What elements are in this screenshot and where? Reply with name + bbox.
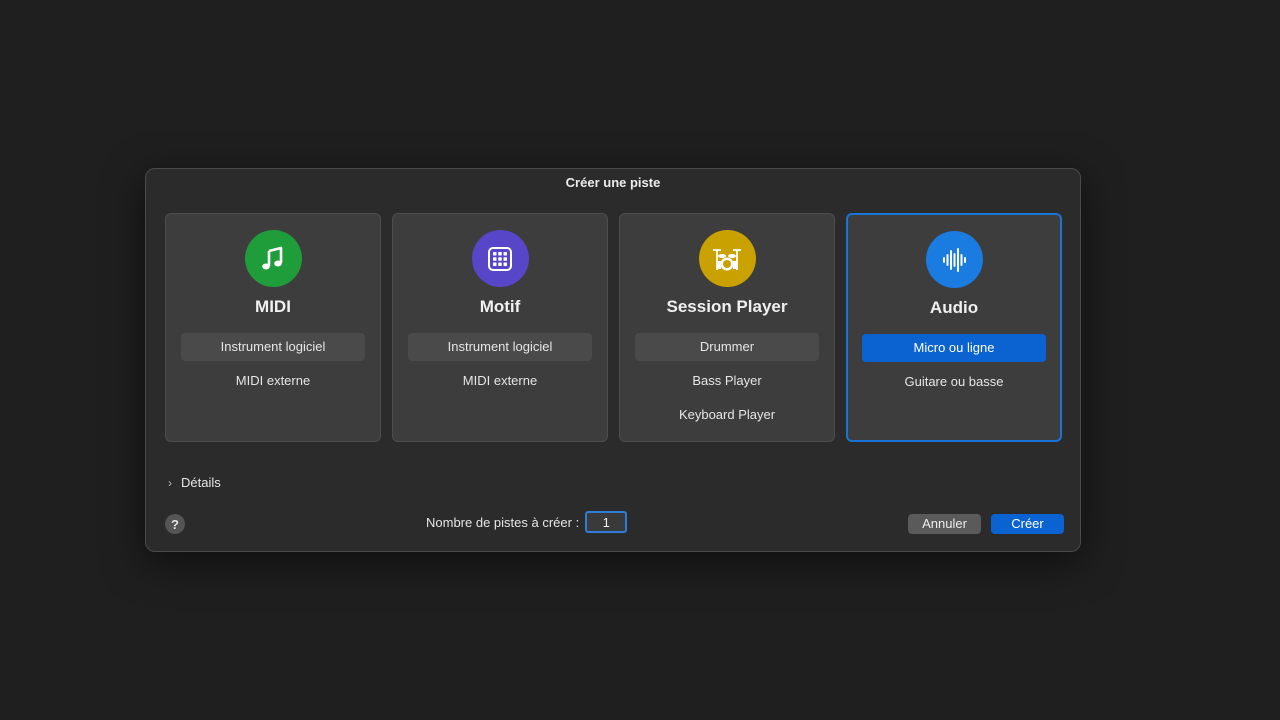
option-list: Micro ou ligne Guitare ou basse bbox=[862, 334, 1046, 396]
card-motif[interactable]: Motif Instrument logiciel MIDI externe bbox=[392, 213, 608, 442]
option-bass-player[interactable]: Bass Player bbox=[635, 367, 819, 395]
help-button[interactable]: ? bbox=[165, 514, 185, 534]
option-list: Instrument logiciel MIDI externe bbox=[408, 333, 592, 395]
track-count-input[interactable] bbox=[585, 511, 628, 533]
option-instrument-logiciel[interactable]: Instrument logiciel bbox=[408, 333, 592, 361]
details-label: Détails bbox=[181, 475, 221, 490]
option-keyboard-player[interactable]: Keyboard Player bbox=[635, 401, 819, 429]
option-drummer[interactable]: Drummer bbox=[635, 333, 819, 361]
create-button[interactable]: Créer bbox=[991, 514, 1064, 534]
card-title: Motif bbox=[479, 297, 521, 316]
track-type-cards: MIDI Instrument logiciel MIDI externe Mo… bbox=[165, 213, 1062, 442]
track-count-label: Nombre de pistes à créer : bbox=[426, 514, 580, 530]
option-list: Drummer Bass Player Keyboard Player bbox=[635, 333, 819, 429]
card-audio[interactable]: Audio Micro ou ligne Guitare ou basse bbox=[846, 213, 1062, 442]
option-midi-externe[interactable]: MIDI externe bbox=[181, 367, 365, 395]
card-midi[interactable]: MIDI Instrument logiciel MIDI externe bbox=[165, 213, 381, 442]
create-track-dialog: Créer une piste MIDI Instrument logiciel… bbox=[145, 168, 1081, 552]
grid-pads-icon bbox=[471, 230, 529, 287]
option-instrument-logiciel[interactable]: Instrument logiciel bbox=[181, 333, 365, 361]
option-list: Instrument logiciel MIDI externe bbox=[181, 333, 365, 395]
waveform-icon bbox=[925, 231, 983, 288]
track-count: Nombre de pistes à créer : bbox=[426, 511, 628, 533]
card-title: MIDI bbox=[255, 297, 291, 316]
option-micro-ou-ligne[interactable]: Micro ou ligne bbox=[862, 334, 1046, 362]
card-title: Audio bbox=[929, 298, 979, 317]
option-midi-externe[interactable]: MIDI externe bbox=[408, 367, 592, 395]
music-note-icon bbox=[244, 230, 302, 287]
cancel-button[interactable]: Annuler bbox=[908, 514, 981, 534]
option-guitare-ou-basse[interactable]: Guitare ou basse bbox=[862, 368, 1046, 396]
drum-kit-icon bbox=[698, 230, 756, 287]
details-disclosure[interactable]: › Détails bbox=[168, 475, 221, 490]
card-title: Session Player bbox=[666, 297, 788, 316]
dialog-title: Créer une piste bbox=[565, 175, 661, 190]
chevron-right-icon: › bbox=[168, 475, 172, 490]
card-session-player[interactable]: Session Player Drummer Bass Player Keybo… bbox=[619, 213, 835, 442]
